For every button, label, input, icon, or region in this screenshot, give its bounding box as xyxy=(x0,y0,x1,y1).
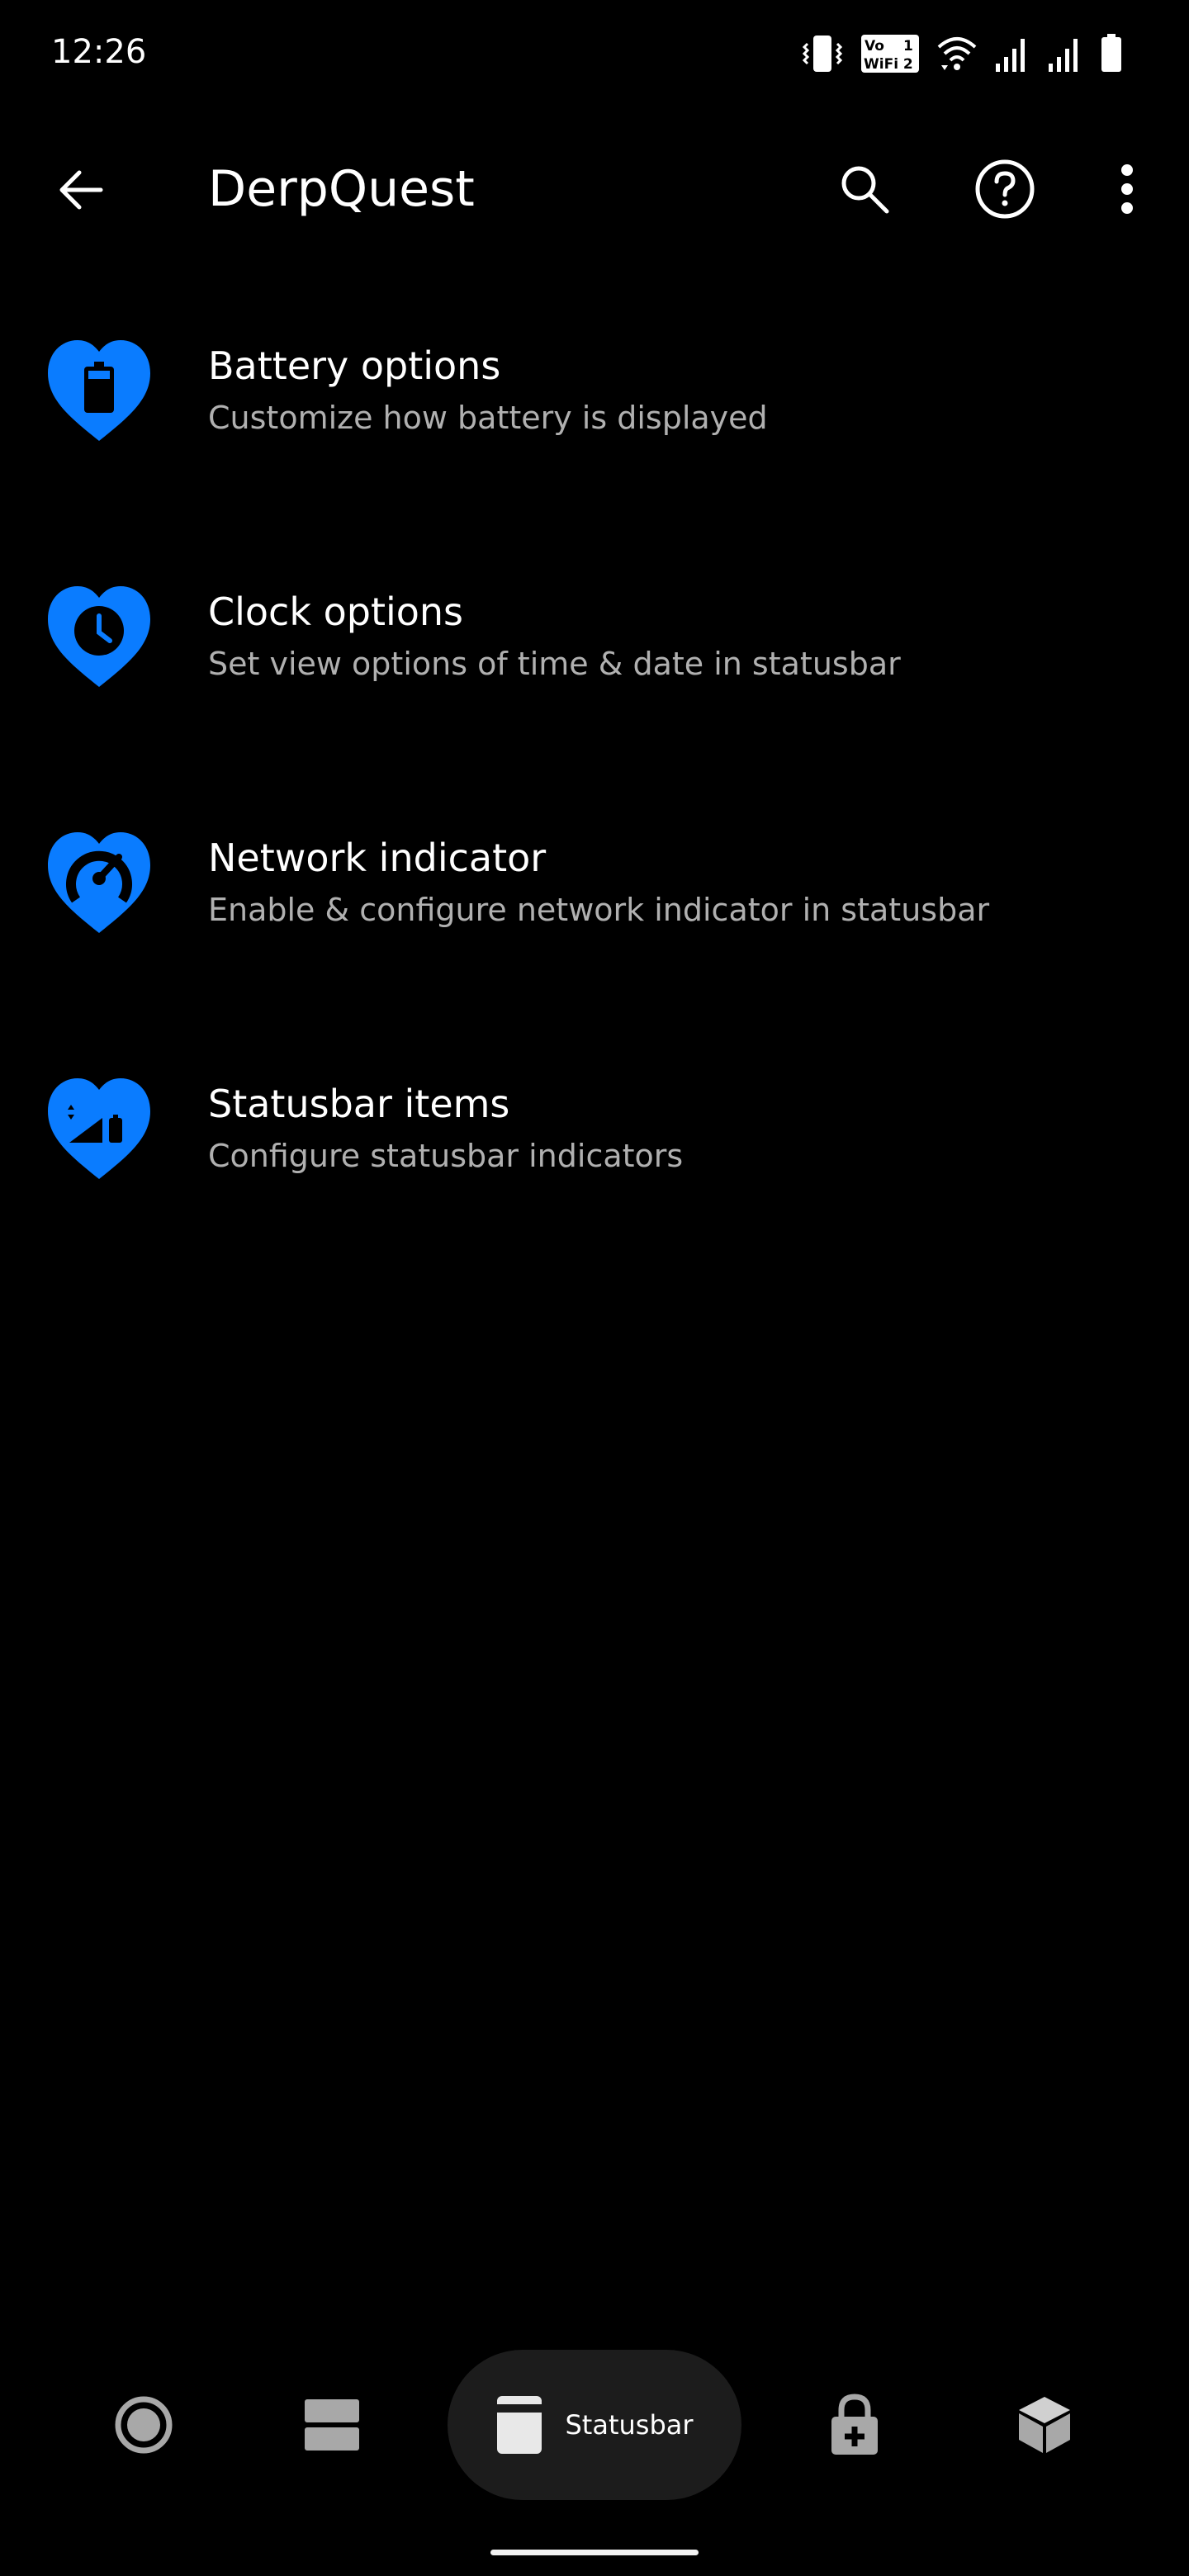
nav-item-cube[interactable] xyxy=(1007,2350,1082,2500)
home-indicator[interactable] xyxy=(490,2550,699,2555)
list-item-battery-options[interactable]: Battery options Customize how battery is… xyxy=(0,305,1189,552)
list-item-subtitle: Configure statusbar indicators xyxy=(208,1138,684,1174)
signal-icon xyxy=(996,39,1025,72)
more-options-button[interactable] xyxy=(1090,152,1164,226)
list-item-title: Clock options xyxy=(208,590,464,634)
help-button[interactable] xyxy=(968,152,1042,226)
list-item-title: Statusbar items xyxy=(208,1082,510,1126)
status-icons: Vo 1 WiFi 2 xyxy=(801,31,1123,76)
back-arrow-icon xyxy=(59,170,103,210)
vowifi-badge: 1 xyxy=(903,38,913,54)
help-icon xyxy=(975,159,1035,219)
bottom-navigation: Statusbar xyxy=(0,2345,1189,2510)
status-time: 12:26 xyxy=(51,33,147,71)
vibrate-icon xyxy=(802,36,843,72)
clock-heart-icon xyxy=(48,586,150,687)
search-icon xyxy=(841,166,889,214)
statusbar-icon xyxy=(497,2396,542,2454)
search-button[interactable] xyxy=(827,152,902,226)
nav-item-radio[interactable] xyxy=(102,2350,185,2500)
signal-icon xyxy=(1049,39,1078,72)
wifi-icon xyxy=(937,37,977,70)
list-item-subtitle: Customize how battery is displayed xyxy=(208,400,768,436)
cube-icon xyxy=(1019,2397,1070,2453)
list-item-statusbar-items[interactable]: Statusbar items Configure statusbar indi… xyxy=(0,1044,1189,1290)
speedometer-heart-icon xyxy=(48,832,150,933)
more-vert-icon xyxy=(1121,164,1133,214)
battery-icon xyxy=(1101,34,1121,72)
nav-item-statusbar[interactable]: Statusbar xyxy=(448,2350,741,2500)
list-item-subtitle: Enable & configure network indicator in … xyxy=(208,892,990,928)
battery-heart-icon xyxy=(48,340,150,441)
back-button[interactable] xyxy=(48,157,114,223)
list-item-network-indicator[interactable]: Network indicator Enable & configure net… xyxy=(0,798,1189,1044)
settings-list: Battery options Customize how battery is… xyxy=(0,305,1189,1290)
statusbar-heart-icon xyxy=(48,1078,150,1179)
nav-item-lock[interactable] xyxy=(817,2350,892,2500)
nav-item-label: Statusbar xyxy=(565,2409,694,2441)
list-item-clock-options[interactable]: Clock options Set view options of time &… xyxy=(0,552,1189,798)
status-bar: 12:26 Vo 1 WiFi 2 xyxy=(0,0,1189,107)
app-bar: DerpQuest xyxy=(0,132,1189,248)
vowifi-line2: WiFi 2 xyxy=(864,56,913,73)
split-view-icon xyxy=(305,2399,359,2451)
vowifi-icon: Vo 1 WiFi 2 xyxy=(861,35,919,73)
nav-item-split-view[interactable] xyxy=(289,2350,375,2500)
radio-icon xyxy=(115,2396,173,2454)
page-title: DerpQuest xyxy=(208,160,475,218)
list-item-title: Battery options xyxy=(208,343,501,388)
list-item-subtitle: Set view options of time & date in statu… xyxy=(208,646,901,682)
list-item-title: Network indicator xyxy=(208,836,547,880)
vowifi-line1: Vo xyxy=(865,38,884,54)
lock-add-icon xyxy=(831,2394,878,2455)
